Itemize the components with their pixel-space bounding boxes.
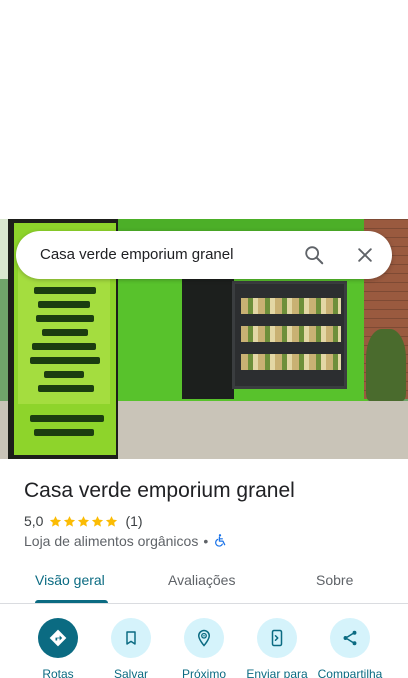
share-label: Compartilha [317,667,383,678]
photo-door [182,279,234,399]
nearby-icon [184,618,224,658]
send-to-phone-icon [257,618,297,658]
rating-stars [49,515,119,528]
directions-label: Rotas [42,667,74,678]
send-to-phone-label: Enviar para [246,667,308,678]
star-icon [64,515,76,527]
star-icon [78,515,90,527]
map-area [0,0,408,219]
photo-shelf [241,326,341,342]
nearby-label: Próximo [181,667,226,678]
photo-sign-line [38,385,94,392]
search-icon[interactable] [298,239,330,271]
action-bar: Rotas Salvar Próximo Enviar para Compart… [0,610,408,678]
directions-button[interactable]: Rotas [19,618,97,678]
bookmark-icon [111,618,151,658]
rating-value: 5,0 [24,513,44,529]
share-icon [330,618,370,658]
photo-sign-line [34,287,96,294]
place-tabs: Visão geral Avaliações Sobre [0,560,408,604]
photo-sign-line [30,357,100,364]
category-row: Loja de alimentos orgânicos • [24,532,227,550]
separator-dot: • [203,533,209,549]
tab-about[interactable]: Sobre [316,572,353,588]
search-bar[interactable]: Casa verde emporium granel [16,231,392,279]
star-icon [50,515,62,527]
tab-overview[interactable]: Visão geral [35,572,105,588]
share-button[interactable]: Compartilha [311,618,389,678]
place-title: Casa verde emporium granel [24,479,295,502]
star-icon [106,515,118,527]
photo-sign-line [38,301,90,308]
review-count[interactable]: (1) [125,513,142,529]
active-tab-indicator [35,600,108,603]
photo-plant [366,329,406,401]
save-button[interactable]: Salvar [92,618,170,678]
star-icon [92,515,104,527]
photo-shelf [241,354,341,370]
send-to-phone-button[interactable]: Enviar para [238,618,316,678]
tab-reviews[interactable]: Avaliações [168,572,235,588]
photo-sign-line [30,415,104,422]
rating-row[interactable]: 5,0 (1) [24,512,143,530]
photo-shelf [241,298,341,314]
save-label: Salvar [113,667,148,678]
photo-shop-window [232,281,347,389]
search-query[interactable]: Casa verde emporium granel [40,246,233,263]
place-category: Loja de alimentos orgânicos [24,533,199,549]
photo-sign-line [42,329,88,336]
photo-sign-line [36,315,94,322]
photo-sign-line [32,343,96,350]
photo-sign-line [44,371,84,378]
photo-sign-line [34,429,94,436]
close-icon[interactable] [349,239,381,271]
wheelchair-accessible-icon [213,533,227,550]
nearby-button[interactable]: Próximo [165,618,243,678]
directions-icon [38,618,78,658]
